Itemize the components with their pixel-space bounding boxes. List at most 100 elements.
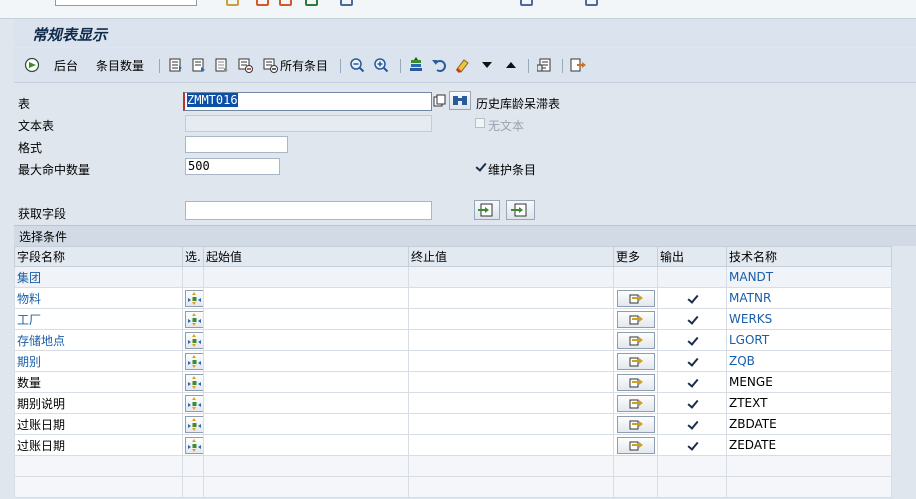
- table-name-input[interactable]: ZMMT016: [183, 92, 432, 111]
- display-table-button[interactable]: [449, 91, 471, 110]
- output-checkbox[interactable]: [687, 314, 698, 325]
- more-cell[interactable]: [613, 329, 658, 351]
- width-input[interactable]: [185, 136, 288, 153]
- output-cell[interactable]: [657, 392, 727, 414]
- select-cell[interactable]: [182, 413, 204, 435]
- from-cell[interactable]: [203, 308, 409, 330]
- multiple-selection-icon[interactable]: [185, 289, 203, 307]
- from-value-input[interactable]: [206, 394, 406, 412]
- select-cell[interactable]: [182, 392, 204, 414]
- to-value-input[interactable]: [411, 352, 611, 370]
- from-value-input[interactable]: [206, 331, 406, 349]
- background-button[interactable]: 后台: [54, 56, 78, 74]
- header-select[interactable]: 选.: [182, 246, 204, 267]
- select-cell[interactable]: [182, 308, 204, 330]
- output-checkbox[interactable]: [687, 356, 698, 367]
- deselect-button[interactable]: [214, 56, 230, 74]
- from-cell[interactable]: [203, 329, 409, 351]
- export-button[interactable]: [570, 56, 587, 74]
- undo-button[interactable]: [431, 56, 447, 74]
- toolbar-icon[interactable]: [226, 0, 239, 6]
- select-block-button[interactable]: [191, 56, 207, 74]
- output-checkbox[interactable]: [687, 419, 698, 430]
- to-cell[interactable]: [408, 308, 614, 330]
- more-options-button[interactable]: [616, 415, 655, 433]
- to-value-input[interactable]: [411, 373, 611, 391]
- more-options-button[interactable]: [616, 436, 655, 454]
- fetch-fields-all-button[interactable]: [506, 200, 535, 220]
- move-down-button[interactable]: [480, 56, 494, 74]
- more-options-button[interactable]: [616, 373, 655, 391]
- more-cell[interactable]: [613, 434, 658, 456]
- delete-selection-button[interactable]: [237, 56, 253, 74]
- output-checkbox[interactable]: [687, 293, 698, 304]
- more-cell[interactable]: [613, 413, 658, 435]
- from-value-input[interactable]: [206, 415, 406, 433]
- maintain-entries-checkbox[interactable]: [475, 162, 485, 172]
- fetch-fields-button[interactable]: [474, 200, 500, 220]
- from-value-input[interactable]: [206, 352, 406, 370]
- toolbar-icon[interactable]: [305, 0, 318, 6]
- settings-button[interactable]: [537, 56, 553, 74]
- output-cell[interactable]: [657, 287, 727, 309]
- more-options-button[interactable]: [616, 289, 655, 307]
- to-cell[interactable]: [408, 329, 614, 351]
- output-cell[interactable]: [657, 350, 727, 372]
- to-cell[interactable]: [408, 350, 614, 372]
- to-cell[interactable]: [408, 392, 614, 414]
- max-hits-input[interactable]: 500: [185, 158, 280, 175]
- from-cell[interactable]: [203, 371, 409, 393]
- command-field[interactable]: [55, 0, 197, 6]
- more-options-button[interactable]: [616, 352, 655, 370]
- sort-button[interactable]: [408, 56, 424, 74]
- from-value-input[interactable]: [206, 289, 406, 307]
- header-output[interactable]: 输出: [657, 246, 727, 267]
- toolbar-icon[interactable]: [520, 0, 533, 6]
- to-cell[interactable]: [408, 413, 614, 435]
- from-cell[interactable]: [203, 434, 409, 456]
- more-options-button[interactable]: [616, 394, 655, 412]
- output-cell[interactable]: [657, 329, 727, 351]
- output-cell[interactable]: [657, 434, 727, 456]
- more-cell[interactable]: [613, 287, 658, 309]
- output-checkbox[interactable]: [687, 398, 698, 409]
- select-cell[interactable]: [182, 371, 204, 393]
- multiple-selection-icon[interactable]: [185, 415, 203, 433]
- output-checkbox[interactable]: [687, 335, 698, 346]
- to-value-input[interactable]: [411, 436, 611, 454]
- header-from-value[interactable]: 起始值: [203, 246, 409, 267]
- to-value-input[interactable]: [411, 415, 611, 433]
- toolbar-icon[interactable]: [340, 0, 353, 6]
- multiple-selection-icon[interactable]: [185, 373, 203, 391]
- entry-count-button[interactable]: 条目数量: [96, 56, 144, 74]
- execute-button[interactable]: [24, 56, 40, 74]
- output-cell[interactable]: [657, 266, 727, 288]
- from-cell[interactable]: [203, 392, 409, 414]
- to-value-input[interactable]: [411, 331, 611, 349]
- header-tech-name[interactable]: 技术名称: [726, 246, 892, 267]
- output-cell[interactable]: [657, 413, 727, 435]
- output-checkbox[interactable]: [687, 377, 698, 388]
- select-all-button[interactable]: [168, 56, 184, 74]
- more-cell[interactable]: [613, 392, 658, 414]
- more-cell[interactable]: [613, 308, 658, 330]
- select-cell[interactable]: [182, 287, 204, 309]
- to-value-input[interactable]: [411, 289, 611, 307]
- to-cell[interactable]: [408, 434, 614, 456]
- move-up-button[interactable]: [504, 56, 518, 74]
- more-cell[interactable]: [613, 350, 658, 372]
- output-checkbox[interactable]: [687, 440, 698, 451]
- output-cell[interactable]: [657, 371, 727, 393]
- toolbar-icon[interactable]: [585, 0, 598, 6]
- to-value-input[interactable]: [411, 310, 611, 328]
- to-cell[interactable]: [408, 371, 614, 393]
- from-cell[interactable]: [203, 287, 409, 309]
- eraser-button[interactable]: [454, 56, 470, 74]
- more-options-button[interactable]: [616, 331, 655, 349]
- value-help-button[interactable]: [433, 94, 446, 108]
- select-cell[interactable]: [182, 434, 204, 456]
- more-options-button[interactable]: [616, 310, 655, 328]
- to-value-input[interactable]: [411, 394, 611, 412]
- get-fields-input[interactable]: [185, 201, 432, 220]
- multiple-selection-icon[interactable]: [185, 436, 203, 454]
